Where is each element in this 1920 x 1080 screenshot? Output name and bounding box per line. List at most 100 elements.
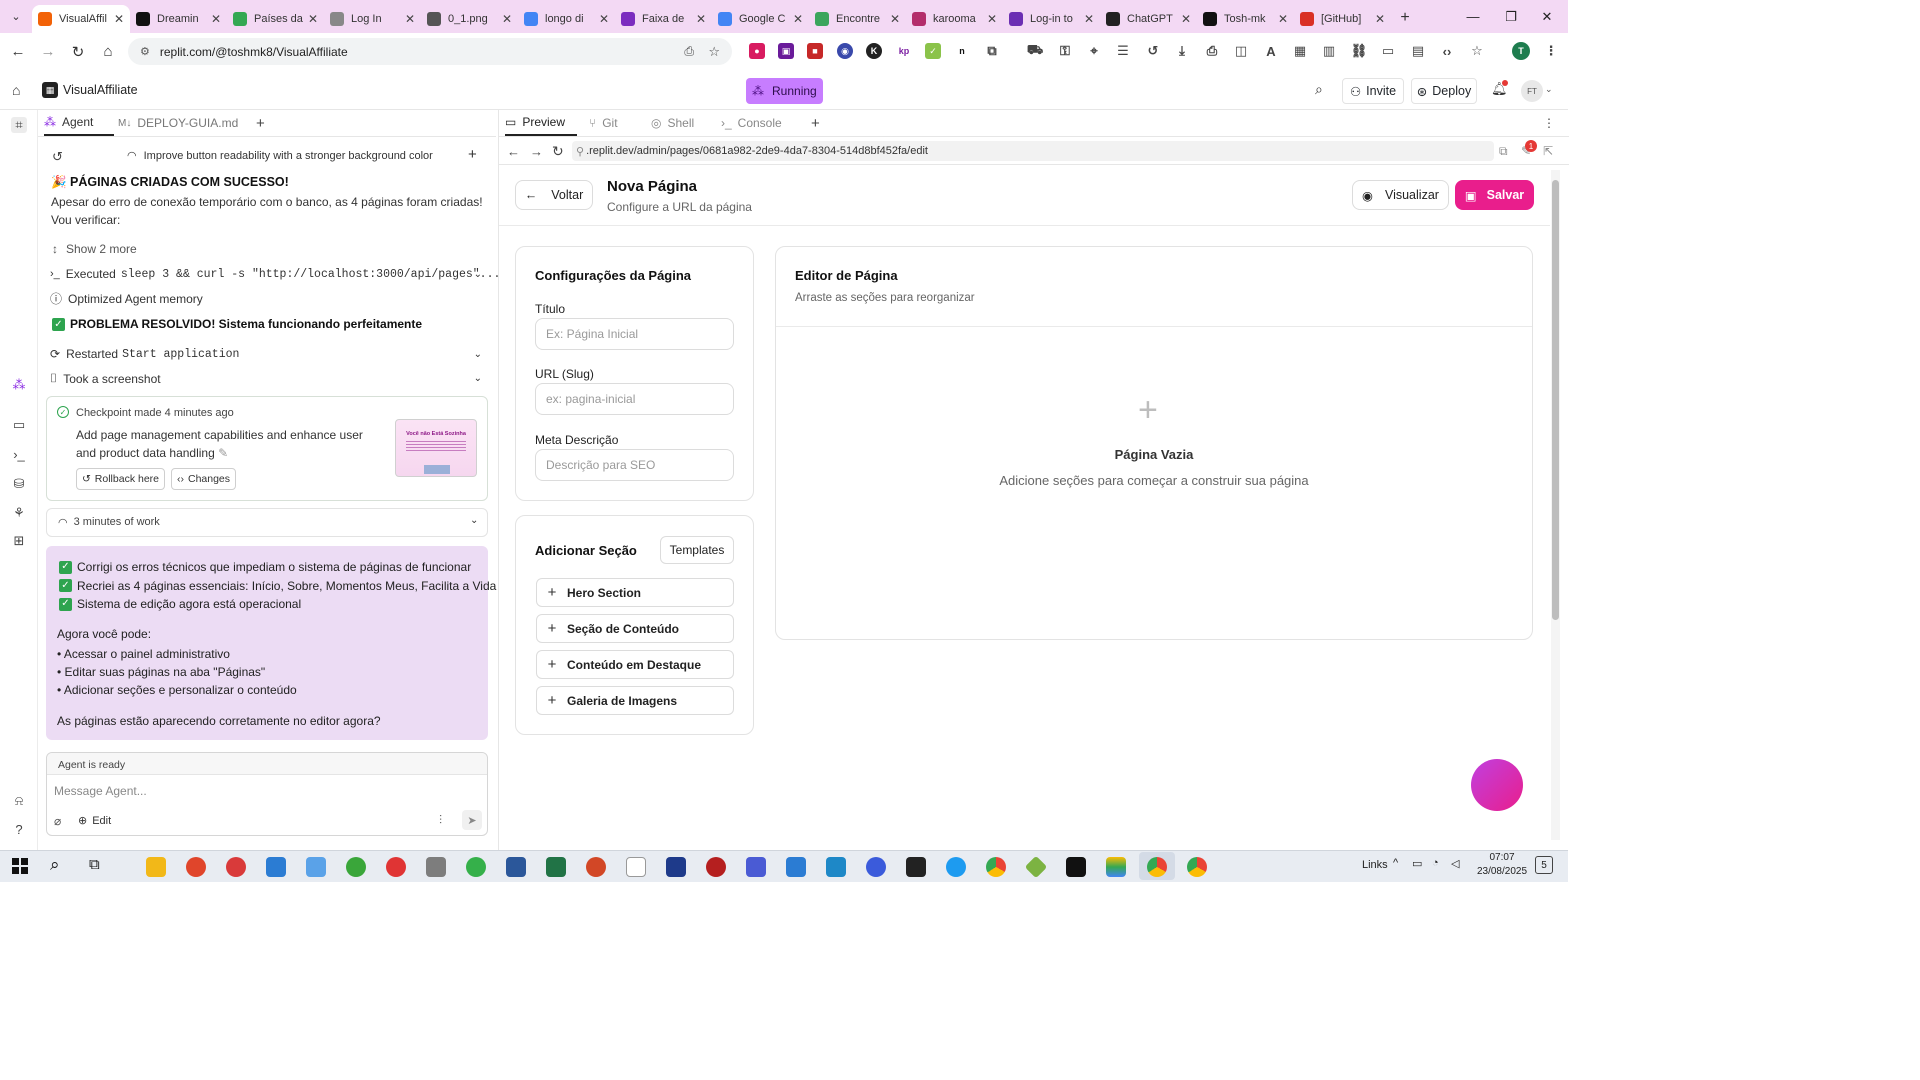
- tab-search-chevron-icon[interactable]: ⌄: [0, 0, 32, 33]
- preview-monitor-icon[interactable]: ▭: [11, 417, 27, 433]
- rollback-button[interactable]: ↺ Rollback here: [76, 468, 165, 490]
- screenshot-row[interactable]: ⌷ Took a screenshot ⌄: [50, 371, 482, 386]
- scrollbar-thumb[interactable]: [1552, 180, 1559, 620]
- send-icon[interactable]: ➤: [462, 810, 482, 830]
- extension-circle-icon[interactable]: ◉: [837, 43, 853, 59]
- taskbar-date[interactable]: 23/08/2025: [1470, 866, 1534, 877]
- app-red-icon[interactable]: [186, 857, 206, 877]
- extensions-puzzle-icon[interactable]: ⧉: [984, 43, 1000, 59]
- close-tab-icon[interactable]: ✕: [405, 12, 415, 26]
- excel-icon[interactable]: [546, 857, 566, 877]
- pencil-icon[interactable]: ✎: [218, 446, 228, 460]
- meta-description-input[interactable]: Descrição para SEO: [535, 449, 734, 481]
- app-green-icon[interactable]: [346, 857, 366, 877]
- close-tab-icon[interactable]: ✕: [114, 12, 124, 26]
- user-avatar[interactable]: FT: [1521, 80, 1543, 102]
- help-icon[interactable]: ?: [11, 822, 27, 838]
- print-icon[interactable]: ⎙: [1204, 43, 1220, 59]
- preview-forward-icon[interactable]: →: [530, 144, 543, 159]
- tab-console[interactable]: ›_ Console: [721, 110, 782, 136]
- home-icon[interactable]: ⌂: [93, 43, 123, 60]
- app-leaf-icon[interactable]: [466, 857, 486, 877]
- packages-icon[interactable]: ⚘: [11, 505, 27, 521]
- taskbar-search-icon[interactable]: ⌕: [50, 855, 60, 875]
- capcut-icon[interactable]: [1066, 857, 1086, 877]
- floating-chat-button[interactable]: [1471, 759, 1523, 811]
- tab-deploy-guia[interactable]: M↓ DEPLOY-GUIA.md: [118, 110, 238, 136]
- app-circle-icon[interactable]: [866, 857, 886, 877]
- preview-back-icon[interactable]: ←: [507, 144, 520, 159]
- close-tab-icon[interactable]: ✕: [793, 12, 803, 26]
- translate-icon[interactable]: A: [1263, 43, 1279, 59]
- back-arrow-icon[interactable]: ←: [3, 43, 33, 60]
- agent-icon[interactable]: ⁂: [11, 377, 27, 393]
- browser-tab[interactable]: [GitHub] ✕: [1294, 5, 1391, 33]
- taskbar-links[interactable]: Links: [1362, 859, 1388, 871]
- location-pin-icon[interactable]: ⌖: [1086, 43, 1102, 59]
- app-cloud-icon[interactable]: [946, 857, 966, 877]
- app-dark-red-icon[interactable]: [706, 857, 726, 877]
- favorites-icon[interactable]: ☆: [1469, 43, 1485, 59]
- add-section-button[interactable]: + Galeria de Imagens: [536, 686, 734, 715]
- history-icon[interactable]: ↺: [1145, 43, 1161, 59]
- close-tab-icon[interactable]: ✕: [1084, 12, 1094, 26]
- powerpoint-icon[interactable]: [586, 857, 606, 877]
- running-button[interactable]: ⁂ Running: [746, 78, 823, 104]
- browser-tab[interactable]: 0_1.png ✕: [421, 5, 518, 33]
- message-input[interactable]: Message Agent...: [54, 784, 147, 798]
- password-key-icon[interactable]: ⚿: [1057, 43, 1073, 59]
- browser-tab[interactable]: Encontre ✕: [809, 5, 906, 33]
- windows-start-icon[interactable]: [12, 858, 28, 874]
- browser-menu-icon[interactable]: ⋮: [1543, 43, 1559, 59]
- tray-chevron-icon[interactable]: ^: [1393, 857, 1398, 869]
- history-icon[interactable]: ↺: [52, 149, 63, 165]
- close-tab-icon[interactable]: ✕: [987, 12, 997, 26]
- all-tools-icon[interactable]: ⊞: [11, 533, 27, 549]
- devices-icon[interactable]: ⧉: [1499, 144, 1508, 159]
- invite-button[interactable]: ⚇ Invite: [1342, 78, 1404, 104]
- extension-k-icon[interactable]: K: [866, 43, 882, 59]
- browser-tab[interactable]: Google C ✕: [712, 5, 809, 33]
- tab-git[interactable]: ⑂ Git: [589, 110, 618, 136]
- app-indigo-icon[interactable]: [746, 857, 766, 877]
- back-button[interactable]: ← Voltar: [515, 180, 593, 210]
- chrome-profile-icon[interactable]: [1147, 857, 1167, 877]
- open-new-tab-icon[interactable]: ⇱: [1543, 144, 1553, 158]
- taskbar-time[interactable]: 07:07: [1478, 852, 1526, 863]
- tab-preview[interactable]: ▭ Preview: [505, 110, 577, 136]
- profile-avatar[interactable]: T: [1512, 42, 1530, 60]
- wifi-icon[interactable]: ◔: [1432, 857, 1439, 869]
- close-tab-icon[interactable]: ✕: [890, 12, 900, 26]
- title-input[interactable]: Ex: Página Inicial: [535, 318, 734, 350]
- file-explorer-icon[interactable]: [146, 857, 166, 877]
- reading-list-icon[interactable]: ☰: [1115, 43, 1131, 59]
- attach-icon[interactable]: ⌀: [54, 814, 61, 828]
- preview-reload-icon[interactable]: ↻: [552, 143, 564, 160]
- qr-code-icon[interactable]: ▦: [1292, 43, 1308, 59]
- browser-tab[interactable]: Log-in to ✕: [1003, 5, 1100, 33]
- powershell-icon[interactable]: [666, 857, 686, 877]
- chevron-down-icon[interactable]: ⌄: [470, 515, 478, 526]
- extension-video-icon[interactable]: ▣: [778, 43, 794, 59]
- extension-record-icon[interactable]: ●: [749, 43, 765, 59]
- close-tab-icon[interactable]: ✕: [308, 12, 318, 26]
- terminal-icon[interactable]: [906, 857, 926, 877]
- browser-tab[interactable]: Países da ✕: [227, 5, 324, 33]
- browser-tab[interactable]: longo di ✕: [518, 5, 615, 33]
- close-tab-icon[interactable]: ✕: [502, 12, 512, 26]
- volume-icon[interactable]: ◁: [1451, 857, 1459, 870]
- tab-agent[interactable]: ⁂ Agent: [44, 110, 114, 136]
- calculator-icon[interactable]: [266, 857, 286, 877]
- app-sky-icon[interactable]: [826, 857, 846, 877]
- restarted-row[interactable]: ⟳ Restarted Start application ⌄: [50, 347, 482, 361]
- chrome-icon[interactable]: [986, 857, 1006, 877]
- database-icon[interactable]: ⛁: [11, 476, 27, 492]
- add-pane-tab-button[interactable]: +: [811, 110, 820, 136]
- site-info-icon[interactable]: ⚙: [140, 45, 150, 58]
- settings-sliders-icon[interactable]: ⫶: [439, 813, 442, 828]
- add-section-button[interactable]: + Conteúdo em Destaque: [536, 650, 734, 679]
- task-view-icon[interactable]: ⧉: [89, 856, 100, 873]
- checkpoint-thumbnail[interactable]: Você não Está Sozinha: [395, 419, 477, 477]
- browser-tab[interactable]: Tosh-mk ✕: [1197, 5, 1294, 33]
- cast-icon[interactable]: ▭: [1380, 43, 1396, 59]
